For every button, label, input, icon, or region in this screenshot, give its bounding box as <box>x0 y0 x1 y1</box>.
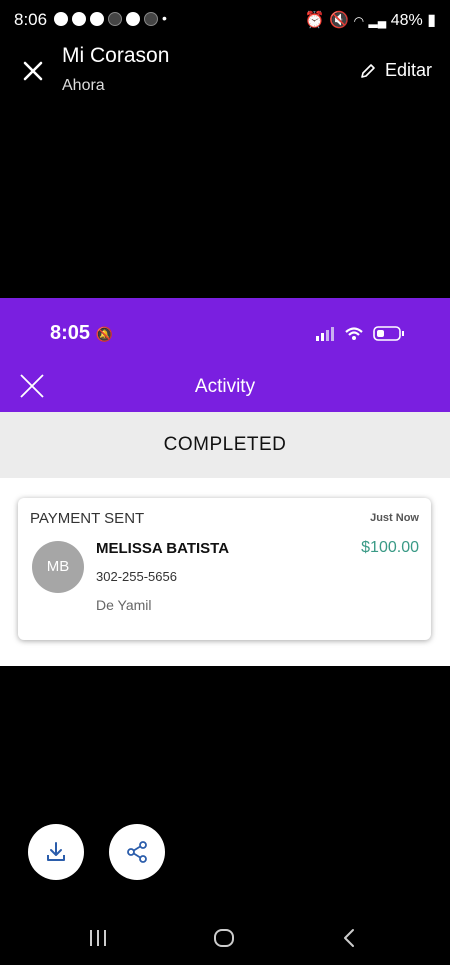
activity-header: 8:05 🔕 Activity <box>0 298 450 412</box>
share-button[interactable] <box>109 824 165 880</box>
facebook-icon <box>72 12 86 27</box>
close-icon <box>23 61 43 81</box>
download-button[interactable] <box>28 824 84 880</box>
battery-percent: 48% <box>390 12 423 29</box>
recipient-name: MELISSA BATISTA <box>96 540 230 557</box>
tiktok-icon <box>90 12 104 27</box>
payment-amount: $100.00 <box>361 539 419 556</box>
back-icon <box>344 929 354 947</box>
battery-icon <box>373 326 404 341</box>
signal-icon: ▂▄ <box>368 14 387 28</box>
back-button[interactable] <box>342 927 356 954</box>
timestamp: Ahora <box>62 77 105 94</box>
notification-icons: • <box>54 10 170 27</box>
inner-status-icons <box>316 324 408 347</box>
instagram-icon <box>126 12 140 27</box>
facebook-icon <box>54 12 68 27</box>
close-button[interactable] <box>20 58 46 84</box>
wifi-icon <box>345 327 363 340</box>
alarm-icon: ⏰ <box>304 12 325 29</box>
edit-button[interactable]: Editar <box>359 60 432 81</box>
home-button[interactable] <box>213 928 235 953</box>
battery-icon: ▮ <box>427 12 436 29</box>
app-b-icon <box>108 12 122 27</box>
app-b-icon <box>144 12 158 27</box>
wifi-icon: ◠ <box>353 14 365 28</box>
conversation-title: Mi Corason <box>62 44 170 67</box>
recipient-phone: 302-255-5656 <box>96 569 177 584</box>
payment-note: De Yamil <box>96 597 152 613</box>
bell-mute-icon: 🔕 <box>95 326 114 342</box>
inner-status-time: 8:05 🔕 <box>50 322 113 345</box>
transaction-time: Just Now <box>370 512 419 524</box>
download-icon <box>47 842 65 861</box>
signal-icon <box>316 327 334 341</box>
status-bar: 8:06 • ⏰ 🔇 ◠ ▂▄ 48% ▮ <box>0 0 450 40</box>
home-icon <box>214 929 234 947</box>
recents-icon <box>90 930 106 946</box>
avatar: MB <box>32 541 84 593</box>
status-right: ⏰ 🔇 ◠ ▂▄ 48% ▮ <box>305 10 436 30</box>
inner-time-text: 8:05 <box>50 322 91 344</box>
status-band: COMPLETED <box>0 412 450 478</box>
activity-title: Activity <box>194 376 256 397</box>
transaction-type: PAYMENT SENT <box>30 510 145 527</box>
mute-icon: 🔇 <box>329 12 350 29</box>
edit-label: Editar <box>384 60 432 80</box>
pencil-icon <box>361 63 375 78</box>
share-icon <box>127 841 147 863</box>
payment-card: PAYMENT SENT Just Now MB MELISSA BATISTA… <box>18 498 431 640</box>
status-time: 8:06 <box>14 10 48 29</box>
shared-screenshot: 8:05 🔕 Activity COMPLETED PAYMENT SENT J… <box>0 298 450 666</box>
recents-button[interactable] <box>88 928 108 953</box>
